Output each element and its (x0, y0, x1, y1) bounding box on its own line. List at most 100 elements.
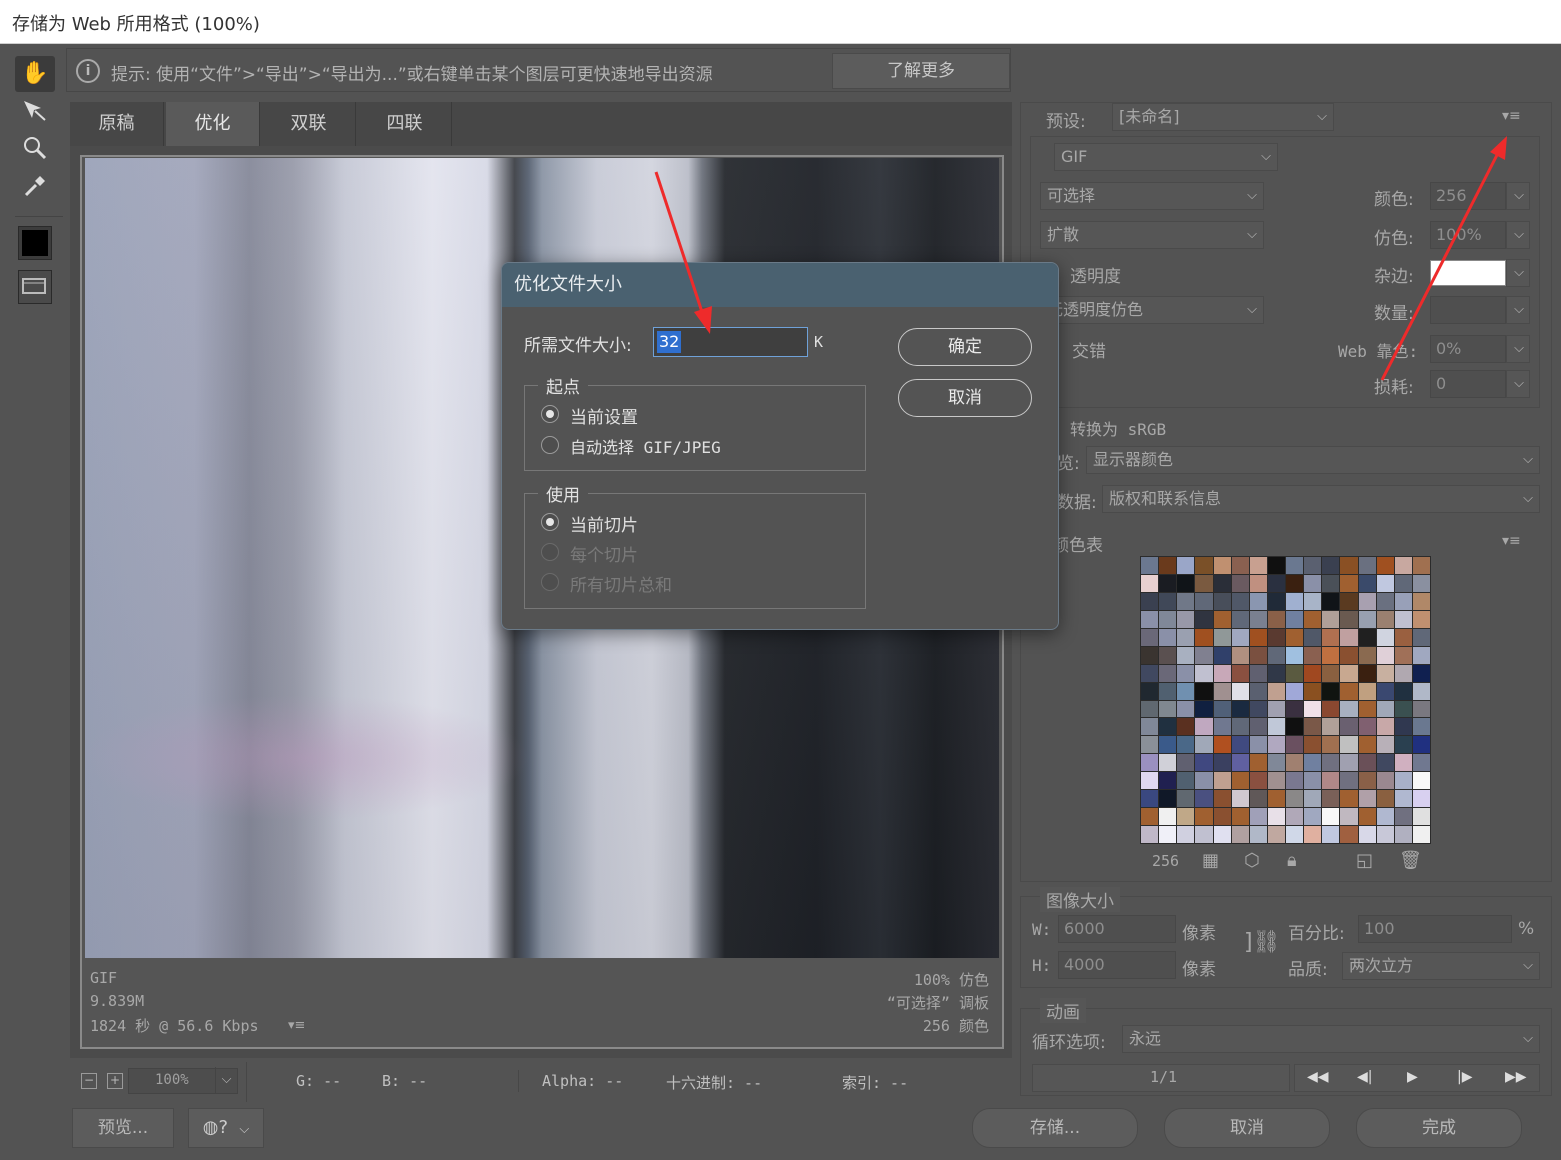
palette-swatch[interactable] (1358, 808, 1376, 826)
palette-swatch[interactable] (1231, 790, 1249, 808)
radio-current-settings[interactable] (541, 405, 559, 423)
metadata-select[interactable]: 版权和联系信息 ⌵ (1102, 485, 1540, 513)
palette-swatch[interactable] (1286, 664, 1304, 682)
palette-swatch[interactable] (1231, 592, 1249, 610)
cube-icon[interactable]: ⬡ (1244, 850, 1260, 871)
palette-swatch[interactable] (1231, 574, 1249, 592)
colors-dropdown[interactable]: ⌵ (1506, 182, 1530, 210)
palette-swatch[interactable] (1249, 592, 1267, 610)
hand-tool-icon[interactable]: ✋ (15, 56, 55, 92)
palette-swatch[interactable] (1304, 646, 1322, 664)
palette-swatch[interactable] (1376, 610, 1394, 628)
palette-swatch[interactable] (1159, 610, 1177, 628)
palette-swatch[interactable] (1249, 772, 1267, 790)
palette-swatch[interactable] (1141, 610, 1159, 628)
palette-swatch[interactable] (1141, 646, 1159, 664)
palette-swatch[interactable] (1358, 736, 1376, 754)
palette-swatch[interactable] (1177, 574, 1195, 592)
palette-swatch[interactable] (1286, 790, 1304, 808)
palette-swatch[interactable] (1358, 610, 1376, 628)
loop-select[interactable]: 永远 ⌵ (1122, 1025, 1540, 1053)
palette-swatch[interactable] (1412, 557, 1430, 574)
quality-select[interactable]: 两次立方 ⌵ (1342, 952, 1540, 980)
palette-swatch[interactable] (1394, 754, 1412, 772)
palette-swatch[interactable] (1231, 736, 1249, 754)
palette-swatch[interactable] (1376, 682, 1394, 700)
palette-swatch[interactable] (1376, 628, 1394, 646)
palette-swatch[interactable] (1141, 808, 1159, 826)
palette-swatch[interactable] (1394, 574, 1412, 592)
palette-swatch[interactable] (1195, 628, 1213, 646)
palette-swatch[interactable] (1177, 772, 1195, 790)
palette-swatch[interactable] (1376, 557, 1394, 574)
palette-swatch[interactable] (1213, 826, 1231, 843)
palette-swatch[interactable] (1177, 592, 1195, 610)
lossy-input[interactable]: 0 (1430, 370, 1506, 398)
toggle-slices-visibility-icon[interactable] (18, 270, 52, 304)
palette-swatch[interactable] (1213, 592, 1231, 610)
palette-swatch[interactable] (1195, 772, 1213, 790)
palette-swatch[interactable] (1213, 718, 1231, 736)
palette-swatch[interactable] (1322, 790, 1340, 808)
palette-swatch[interactable] (1177, 808, 1195, 826)
palette-swatch[interactable] (1376, 754, 1394, 772)
cancel-button[interactable]: 取消 (1164, 1108, 1330, 1148)
amount-input[interactable] (1430, 296, 1506, 324)
preset-select[interactable]: [未命名] ⌵ (1112, 103, 1334, 131)
prev-frame-icon[interactable]: ◀| (1357, 1069, 1372, 1085)
palette-swatch[interactable] (1322, 557, 1340, 574)
palette-swatch[interactable] (1141, 700, 1159, 718)
palette-swatch[interactable] (1213, 664, 1231, 682)
palette-swatch[interactable] (1177, 628, 1195, 646)
dither-input[interactable]: 100% (1430, 221, 1506, 249)
palette-swatch[interactable] (1358, 682, 1376, 700)
palette-swatch[interactable] (1376, 826, 1394, 843)
palette-swatch[interactable] (1267, 700, 1285, 718)
palette-swatch[interactable] (1177, 682, 1195, 700)
palette-swatch[interactable] (1304, 628, 1322, 646)
palette-swatch[interactable] (1231, 754, 1249, 772)
palette-swatch[interactable] (1358, 664, 1376, 682)
palette-swatch[interactable] (1286, 628, 1304, 646)
palette-swatch[interactable] (1231, 700, 1249, 718)
palette-swatch[interactable] (1412, 736, 1430, 754)
palette-swatch[interactable] (1231, 826, 1249, 843)
zoom-out-button[interactable]: − (81, 1073, 97, 1089)
palette-swatch[interactable] (1177, 557, 1195, 574)
tab-optimized[interactable]: 优化 (166, 102, 260, 146)
palette-swatch[interactable] (1231, 772, 1249, 790)
tab-2-up[interactable]: 双联 (262, 102, 356, 146)
web-safe-icon[interactable]: ▦ (1202, 850, 1219, 871)
palette-swatch[interactable] (1304, 826, 1322, 843)
palette-swatch[interactable] (1304, 790, 1322, 808)
palette-swatch[interactable] (1195, 610, 1213, 628)
reduction-select[interactable]: 可选择 ⌵ (1040, 182, 1264, 210)
palette-swatch[interactable] (1141, 772, 1159, 790)
palette-swatch[interactable] (1286, 826, 1304, 843)
optimize-menu-icon[interactable]: ▾≡ (1502, 108, 1521, 124)
palette-swatch[interactable] (1340, 808, 1358, 826)
palette-swatch[interactable] (1159, 808, 1177, 826)
palette-swatch[interactable] (1358, 772, 1376, 790)
convert-srgb-checkbox-label[interactable]: 转换为 sRGB (1070, 416, 1166, 440)
palette-swatch[interactable] (1412, 592, 1430, 610)
palette-swatch[interactable] (1213, 754, 1231, 772)
palette-swatch[interactable] (1213, 736, 1231, 754)
palette-swatch[interactable] (1195, 754, 1213, 772)
palette-swatch[interactable] (1394, 557, 1412, 574)
palette-swatch[interactable] (1286, 646, 1304, 664)
format-select[interactable]: GIF ⌵ (1054, 143, 1278, 171)
palette-swatch[interactable] (1322, 754, 1340, 772)
zoom-level-select[interactable]: 100% ⌵ (128, 1067, 238, 1094)
radio-current-slice[interactable] (541, 513, 559, 531)
palette-swatch[interactable] (1231, 557, 1249, 574)
palette-swatch[interactable] (1249, 718, 1267, 736)
preview-browser-button[interactable]: ◍? ⌵ (188, 1108, 264, 1148)
palette-swatch[interactable] (1267, 808, 1285, 826)
palette-swatch[interactable] (1159, 790, 1177, 808)
palette-swatch[interactable] (1267, 718, 1285, 736)
palette-swatch[interactable] (1376, 664, 1394, 682)
palette-swatch[interactable] (1340, 754, 1358, 772)
save-button[interactable]: 存储... (972, 1108, 1138, 1148)
palette-swatch[interactable] (1267, 736, 1285, 754)
